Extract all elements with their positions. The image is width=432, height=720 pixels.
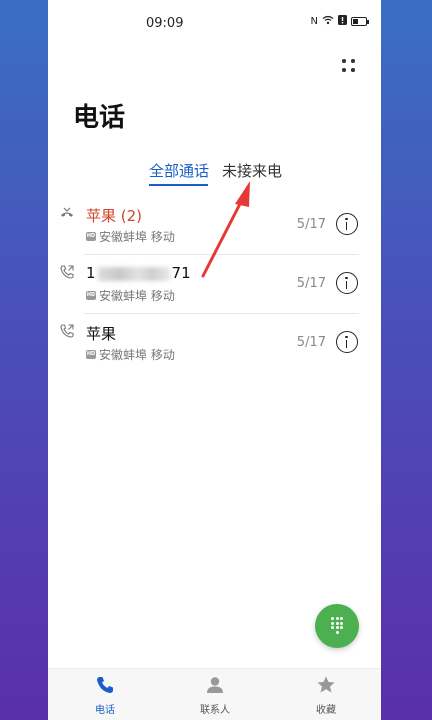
- active-tab-indicator: [149, 184, 208, 186]
- nav-label: 电话: [95, 705, 115, 716]
- call-details: HD 安徽蚌埠 移动: [86, 228, 175, 245]
- redacted-digits: [97, 266, 170, 281]
- carrier-label: 安徽蚌埠 移动: [99, 230, 175, 244]
- outgoing-call-icon: [59, 264, 75, 280]
- call-log-row[interactable]: 苹果 (2) HD 安徽蚌埠 移动 5/17: [48, 196, 381, 255]
- nfc-icon: N: [310, 16, 318, 27]
- hd-icon: HD: [86, 291, 96, 300]
- contacts-icon: [207, 677, 223, 693]
- phone-screen: 09:09 N 电话 全部通话 未接来电 苹果 (2) HD 安徽蚌埠 移动 5…: [48, 0, 381, 720]
- hd-icon: HD: [86, 350, 96, 359]
- call-log-list: 苹果 (2) HD 安徽蚌埠 移动 5/17 1 71 HD 安徽蚌埠 移动 5/…: [48, 196, 381, 373]
- tab-all-calls[interactable]: 全部通话: [149, 160, 209, 181]
- number-prefix: 1: [86, 264, 96, 282]
- page-title: 电话: [73, 103, 126, 133]
- outgoing-call-icon: [59, 323, 75, 339]
- nav-item-contacts[interactable]: 联系人: [185, 675, 245, 716]
- carrier-label: 安徽蚌埠 移动: [99, 348, 175, 362]
- call-date: 5/17: [296, 217, 326, 232]
- call-date: 5/17: [296, 276, 326, 291]
- alert-icon: [338, 15, 347, 28]
- info-icon[interactable]: [336, 213, 358, 235]
- contact-name: 苹果 (2): [86, 207, 143, 225]
- nav-label: 收藏: [316, 705, 336, 716]
- contact-number: 1 71: [86, 264, 191, 282]
- call-details: HD 安徽蚌埠 移动: [86, 346, 175, 363]
- info-icon[interactable]: [336, 331, 358, 353]
- call-log-row[interactable]: 苹果 HD 安徽蚌埠 移动 5/17: [48, 314, 381, 373]
- call-log-row[interactable]: 1 71 HD 安徽蚌埠 移动 5/17: [48, 255, 381, 314]
- hd-icon: HD: [86, 232, 96, 241]
- bottom-navigation: 电话 联系人 收藏: [48, 668, 381, 720]
- status-icons: N: [310, 15, 369, 28]
- info-icon[interactable]: [336, 272, 358, 294]
- phone-icon: [97, 677, 113, 693]
- nav-item-phone[interactable]: 电话: [75, 675, 135, 716]
- tab-missed-calls[interactable]: 未接来电: [222, 160, 282, 181]
- battery-icon: [351, 17, 369, 26]
- contact-name: 苹果: [86, 325, 117, 343]
- call-date: 5/17: [296, 335, 326, 350]
- dialpad-button[interactable]: [315, 604, 359, 648]
- call-details: HD 安徽蚌埠 移动: [86, 287, 175, 304]
- status-bar: 09:09 N: [48, 0, 381, 44]
- star-icon: [317, 676, 335, 693]
- call-tabs: 全部通话 未接来电: [48, 160, 381, 190]
- nav-label: 联系人: [200, 705, 230, 716]
- number-suffix: 71: [171, 264, 191, 282]
- wifi-icon: [322, 15, 334, 28]
- more-options-icon[interactable]: [341, 58, 357, 74]
- missed-call-icon: [59, 205, 75, 221]
- nav-item-favorites[interactable]: 收藏: [296, 675, 356, 716]
- carrier-label: 安徽蚌埠 移动: [99, 289, 175, 303]
- status-time: 09:09: [146, 16, 184, 31]
